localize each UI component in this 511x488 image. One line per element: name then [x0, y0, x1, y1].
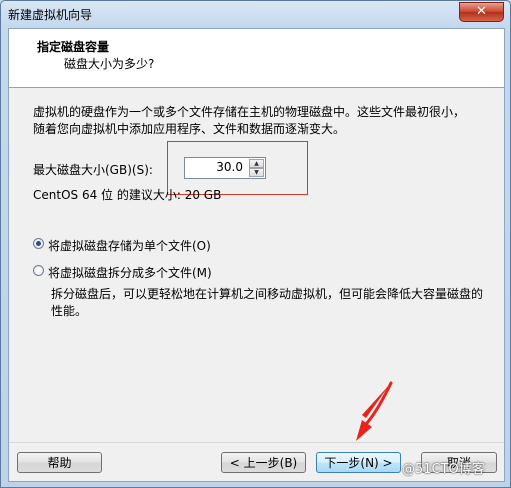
option-single-file-label[interactable]: 将虚拟磁盘存储为单个文件(O): [48, 237, 211, 254]
radio-single-file[interactable]: [33, 238, 44, 249]
page-subtitle: 磁盘大小为多少?: [64, 57, 155, 71]
title-bar[interactable]: 新建虚拟机向导 ✕: [1, 1, 510, 27]
disk-description: 虚拟机的硬盘作为一个或多个文件存储在主机的物理磁盘中。这些文件最初很小，随着您向…: [33, 105, 466, 136]
close-button[interactable]: ✕: [459, 2, 504, 22]
footer-divider: [9, 442, 504, 443]
split-note: 拆分磁盘后，可以更轻松地在计算机之间移动虚拟机，但可能会降低大容量磁盘的性能。: [51, 287, 484, 318]
help-button[interactable]: 帮助: [17, 452, 102, 473]
wizard-header: 指定磁盘容量 磁盘大小为多少?: [9, 29, 504, 88]
page-title: 指定磁盘容量: [37, 40, 110, 54]
wizard-window: 新建虚拟机向导 ✕ 指定磁盘容量 磁盘大小为多少? 虚拟机的硬盘作为一个或多个文…: [0, 0, 511, 488]
radio-split-files[interactable]: [33, 265, 44, 276]
option-split-files-label[interactable]: 将虚拟磁盘拆分成多个文件(M): [48, 264, 212, 281]
close-icon: ✕: [476, 4, 487, 19]
back-button[interactable]: < 上一步(B): [221, 452, 306, 473]
wizard-body: 指定磁盘容量 磁盘大小为多少? 虚拟机的硬盘作为一个或多个文件存储在主机的物理磁…: [8, 28, 505, 482]
window-title: 新建虚拟机向导: [8, 8, 93, 22]
next-button[interactable]: 下一步(N) >: [316, 452, 401, 473]
watermark: @51CTO博客: [402, 462, 485, 477]
disk-size-label: 最大磁盘大小(GB)(S):: [33, 163, 153, 177]
recommended-size-text: CentOS 64 位 的建议大小: 20 GB: [33, 188, 222, 202]
